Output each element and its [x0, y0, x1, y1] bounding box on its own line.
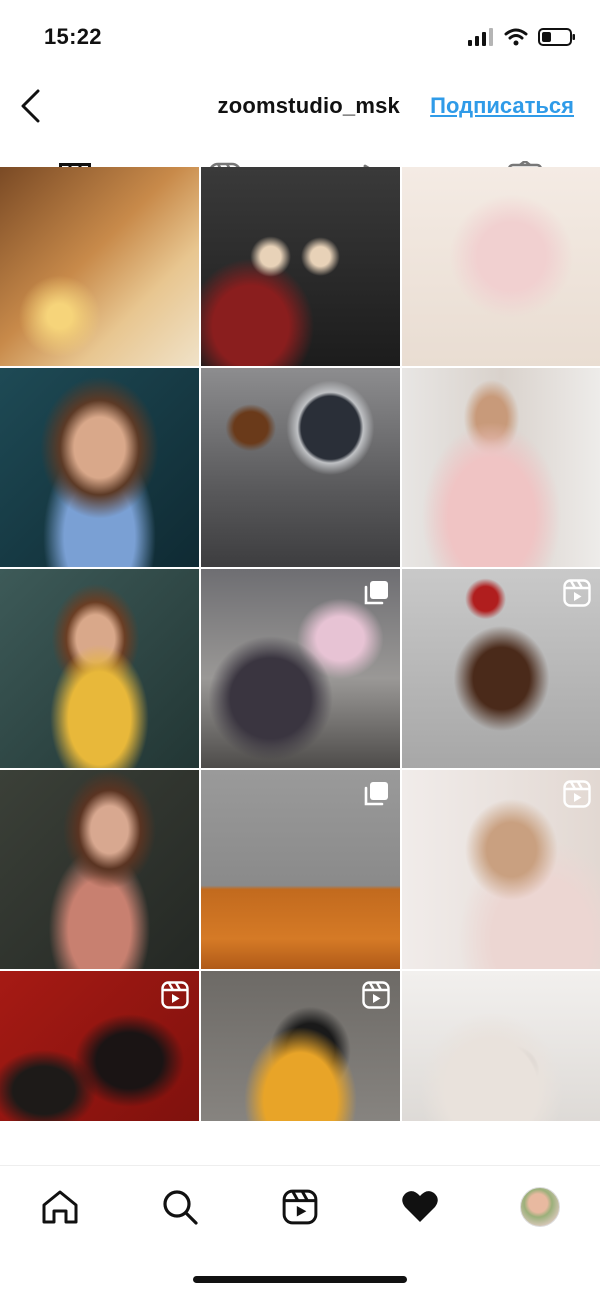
reels-icon — [282, 1189, 318, 1225]
post-thumbnail[interactable] — [201, 167, 400, 366]
bottom-nav — [0, 1165, 600, 1248]
reel-badge-icon — [161, 981, 189, 1009]
home-indicator — [193, 1276, 407, 1283]
follow-button[interactable]: Подписаться — [430, 93, 574, 119]
post-thumbnail[interactable] — [0, 167, 199, 366]
home-icon — [42, 1190, 78, 1224]
profile-avatar — [520, 1187, 560, 1227]
profile-username: zoomstudio_msk — [217, 93, 400, 118]
post-thumbnail[interactable] — [201, 971, 400, 1121]
nav-reels[interactable] — [270, 1177, 330, 1237]
post-thumbnail[interactable] — [402, 569, 600, 768]
search-icon — [163, 1190, 198, 1225]
post-thumbnail[interactable] — [201, 368, 400, 567]
post-thumbnail[interactable] — [201, 770, 400, 969]
profile-header: zoomstudio_msk Подписаться — [0, 76, 600, 136]
back-button[interactable] — [8, 84, 52, 128]
post-thumbnail[interactable] — [0, 971, 199, 1121]
carousel-badge-icon — [362, 579, 390, 607]
post-thumbnail[interactable] — [0, 368, 199, 567]
nav-activity[interactable] — [390, 1177, 450, 1237]
post-thumbnail[interactable] — [402, 971, 600, 1121]
post-thumbnail[interactable] — [402, 167, 600, 366]
cellular-signal-icon — [468, 28, 493, 46]
status-bar: 15:22 — [0, 0, 600, 72]
battery-icon — [538, 28, 575, 46]
post-thumbnail[interactable] — [402, 770, 600, 969]
nav-home[interactable] — [30, 1177, 90, 1237]
chevron-left-icon — [21, 89, 40, 123]
posts-grid — [0, 167, 600, 1121]
post-thumbnail[interactable] — [0, 770, 199, 969]
heart-icon — [402, 1191, 438, 1222]
wifi-icon — [504, 28, 528, 46]
reel-badge-icon — [563, 579, 591, 607]
post-thumbnail[interactable] — [402, 368, 600, 567]
nav-search[interactable] — [150, 1177, 210, 1237]
status-time: 15:22 — [44, 24, 102, 49]
post-thumbnail[interactable] — [0, 569, 199, 768]
carousel-badge-icon — [362, 780, 390, 808]
status-icons — [468, 26, 576, 48]
post-thumbnail[interactable] — [201, 569, 400, 768]
reel-badge-icon — [563, 780, 591, 808]
nav-profile[interactable] — [510, 1177, 570, 1237]
reel-badge-icon — [362, 981, 390, 1009]
